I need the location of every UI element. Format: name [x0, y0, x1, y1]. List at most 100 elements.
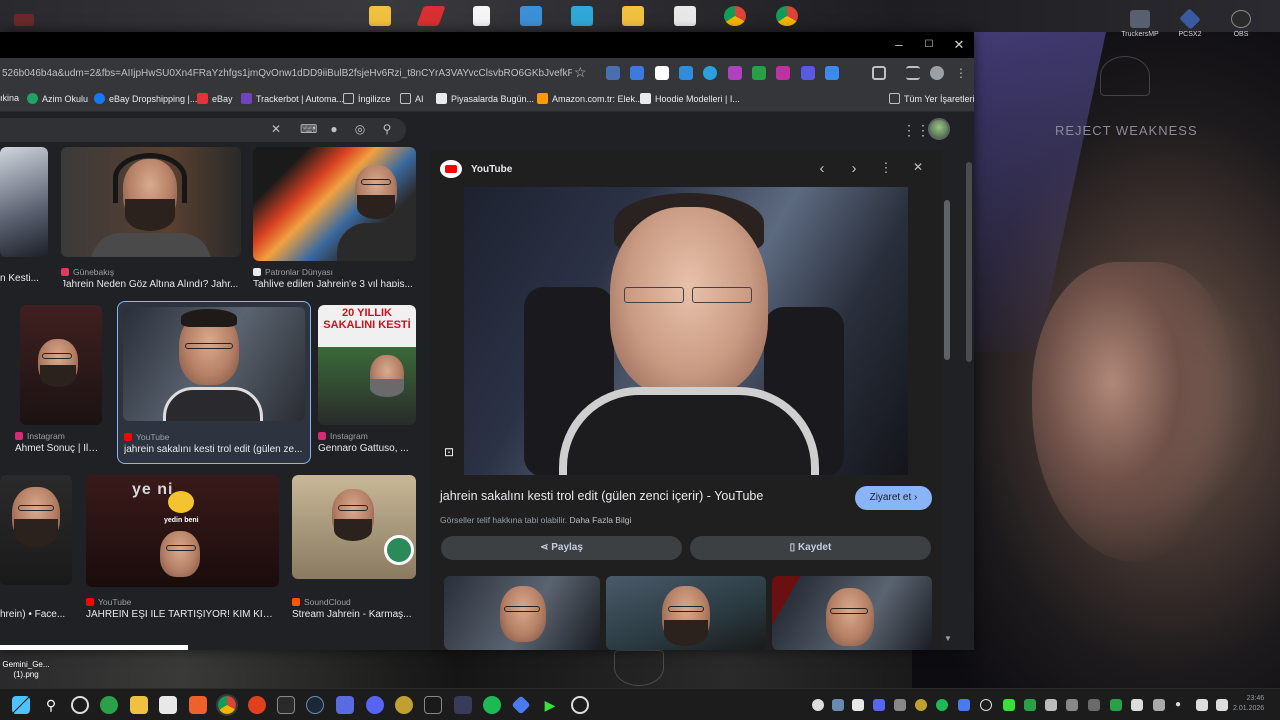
- discord-icon[interactable]: [366, 696, 384, 714]
- microphone-icon[interactable]: ●: [1175, 699, 1187, 711]
- store-icon[interactable]: [159, 696, 177, 714]
- tray-icon[interactable]: [958, 699, 970, 711]
- image-result[interactable]: hrein) • Face...: [0, 475, 72, 625]
- tab-search-icon[interactable]: [906, 66, 920, 80]
- close-preview-icon[interactable]: ✕: [909, 160, 927, 174]
- display-icon[interactable]: [571, 6, 593, 26]
- tray-icon[interactable]: [812, 699, 824, 711]
- bookmark-item[interactable]: Trackerbot | Automa...: [241, 93, 344, 104]
- extension-icon[interactable]: [630, 66, 644, 80]
- chrome-icon[interactable]: [776, 6, 798, 26]
- bookmark-item[interactable]: Piyasalarda Bugün...: [436, 93, 534, 104]
- xbox-icon[interactable]: [100, 696, 118, 714]
- network-icon[interactable]: [1196, 699, 1208, 711]
- tray-icon[interactable]: [832, 699, 844, 711]
- image-result[interactable]: Patronlar Dünyası Tahliye edilen Jahrein…: [253, 147, 416, 287]
- bookmark-item[interactable]: Amazon.com.tr: Elek...: [537, 93, 643, 104]
- share-button[interactable]: ⋖ Paylaş: [441, 536, 682, 560]
- url-field[interactable]: 526b046b4a&udm=2&fbs=AIIjpHwSU0Xn4FRaYzh…: [2, 64, 572, 84]
- extension-icon[interactable]: [801, 66, 815, 80]
- profile-icon[interactable]: [930, 66, 944, 80]
- recycle-bin-icon[interactable]: [674, 6, 696, 26]
- clear-icon[interactable]: ✕: [268, 122, 284, 136]
- image-result[interactable]: SoundCloud Stream Jahrein - Karmaş...: [292, 475, 416, 625]
- extension-icon[interactable]: [679, 66, 693, 80]
- bookmark-item[interactable]: Azim Okulu: [27, 93, 88, 104]
- previous-icon[interactable]: ‹: [813, 160, 831, 177]
- epic-games-icon[interactable]: [277, 696, 295, 714]
- bookmark-folder[interactable]: AI: [400, 93, 424, 104]
- visit-button[interactable]: Ziyaret et ›: [855, 486, 932, 510]
- folder-icon[interactable]: [622, 6, 644, 26]
- tray-icon[interactable]: [894, 699, 906, 711]
- selected-image-result[interactable]: YouTube jahrein sakalını kesti trol edit…: [117, 301, 311, 464]
- bookmark-item[interactable]: eBay Dropshipping |...: [94, 93, 197, 104]
- menu-kebab-icon[interactable]: ⋮: [955, 66, 969, 80]
- tray-icon[interactable]: [1066, 699, 1078, 711]
- search-icon[interactable]: ⚲: [379, 122, 395, 136]
- document-icon[interactable]: [473, 6, 490, 26]
- app-icon[interactable]: [511, 695, 531, 715]
- preview-title[interactable]: jahrein sakalını kesti trol edit (gülen …: [440, 489, 763, 503]
- extensions-puzzle-icon[interactable]: [872, 66, 886, 80]
- tray-icon[interactable]: [1045, 699, 1057, 711]
- folder-icon[interactable]: [369, 6, 391, 26]
- tray-icon[interactable]: [1153, 699, 1165, 711]
- minimize-button[interactable]: –: [884, 36, 914, 54]
- bookmark-item[interactable]: ıkina: [0, 93, 19, 103]
- tray-icon[interactable]: [1088, 699, 1100, 711]
- play-icon[interactable]: ▶: [541, 696, 559, 714]
- tray-icon[interactable]: [1003, 699, 1015, 711]
- monitor-icon[interactable]: [520, 6, 542, 26]
- tray-icon[interactable]: [936, 699, 948, 711]
- related-image[interactable]: [444, 576, 600, 650]
- bookmark-folder[interactable]: İngilizce: [343, 93, 391, 104]
- close-window-button[interactable]: ✕: [944, 36, 974, 54]
- desktop-app-obs[interactable]: OBS: [1221, 10, 1261, 38]
- brave-icon[interactable]: [189, 696, 207, 714]
- bookmark-star-icon[interactable]: ☆: [574, 64, 587, 81]
- microphone-icon[interactable]: ●: [326, 122, 342, 136]
- extension-icon[interactable]: [703, 66, 717, 80]
- scroll-thumb[interactable]: [944, 200, 950, 360]
- maximize-button[interactable]: ☐: [914, 36, 944, 54]
- more-options-icon[interactable]: ⋮: [877, 160, 895, 176]
- app-icon[interactable]: [571, 696, 589, 714]
- app-icon[interactable]: [248, 696, 266, 714]
- spotify-icon[interactable]: [483, 696, 501, 714]
- account-avatar[interactable]: [928, 118, 950, 140]
- desktop-app-pcsx2[interactable]: PCSX2: [1170, 8, 1210, 38]
- tray-icon[interactable]: [915, 699, 927, 711]
- extension-icon[interactable]: [825, 66, 839, 80]
- volume-icon[interactable]: [1216, 699, 1228, 711]
- tray-icon[interactable]: [1131, 699, 1143, 711]
- chrome-icon[interactable]: [724, 6, 746, 26]
- visual-search-icon[interactable]: ⊡: [444, 445, 462, 463]
- app-icon[interactable]: [336, 696, 354, 714]
- keyboard-icon[interactable]: ⌨: [300, 122, 317, 136]
- preview-image[interactable]: [464, 187, 908, 475]
- desktop-app-truckersmp[interactable]: TruckersMP: [1120, 10, 1160, 38]
- desktop-file-gemini[interactable]: Gemini_Ge... (1).png: [2, 660, 50, 680]
- start-icon[interactable]: [12, 696, 30, 714]
- tray-icon[interactable]: [980, 699, 992, 711]
- search-icon[interactable]: ⚲: [42, 696, 60, 714]
- chrome-icon[interactable]: [216, 694, 238, 716]
- image-result[interactable]: n Kesti...: [0, 147, 48, 287]
- system-clock[interactable]: 23:46 2.01.2026: [1233, 694, 1264, 714]
- extension-icon[interactable]: [606, 66, 620, 80]
- lens-icon[interactable]: ◎: [352, 122, 368, 136]
- related-image[interactable]: [606, 576, 766, 650]
- file-explorer-icon[interactable]: [130, 696, 148, 714]
- image-result[interactable]: ye ni yedin beni YouTube JAHREIN EŞİ İLE…: [86, 475, 279, 625]
- page-scrollbar[interactable]: [966, 162, 972, 362]
- scroll-down-icon[interactable]: ▼: [944, 634, 952, 643]
- tray-icon[interactable]: [1024, 699, 1036, 711]
- save-button[interactable]: ▯ Kaydet: [690, 536, 931, 560]
- image-result[interactable]: 20 YILLIK SAKALINI KESTİ Instagram Genna…: [318, 305, 416, 455]
- image-result[interactable]: Instagram Ahmet Sonuç | İlk ...: [0, 305, 102, 455]
- app-icon[interactable]: [395, 696, 413, 714]
- tray-icon[interactable]: [852, 699, 864, 711]
- steam-icon[interactable]: [306, 696, 324, 714]
- next-icon[interactable]: ›: [845, 160, 863, 177]
